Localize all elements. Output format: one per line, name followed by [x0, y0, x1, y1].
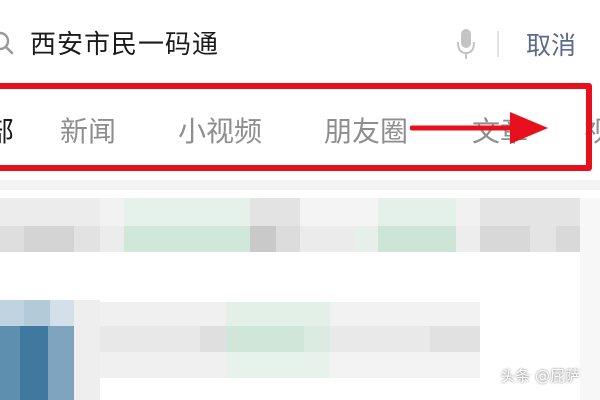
blur-block	[330, 326, 430, 352]
blur-block	[24, 226, 74, 252]
divider	[497, 31, 499, 57]
blur-block	[20, 326, 48, 400]
blur-block	[580, 198, 600, 400]
tab-news[interactable]: 新闻	[60, 110, 116, 150]
mic-icon[interactable]	[456, 28, 476, 60]
blur-block	[430, 326, 480, 352]
blur-block	[74, 300, 100, 400]
blur-block	[100, 198, 124, 226]
blur-block	[226, 352, 330, 378]
tab-video[interactable]: 视	[584, 110, 600, 150]
tab-moments[interactable]: 朋友圈	[324, 110, 408, 150]
cancel-button[interactable]: 取消	[526, 26, 576, 62]
blur-block	[0, 326, 20, 400]
blur-block	[124, 226, 250, 252]
blur-block	[304, 326, 330, 352]
blur-block	[124, 198, 250, 226]
blur-block	[100, 352, 226, 378]
blur-block	[456, 226, 480, 252]
blur-block	[24, 300, 50, 326]
blur-block	[300, 226, 354, 252]
blur-block	[378, 198, 456, 226]
blur-block	[556, 226, 580, 252]
blur-block	[100, 226, 124, 252]
blur-block	[200, 326, 226, 352]
blur-block	[530, 226, 556, 252]
blur-block	[226, 302, 330, 326]
blur-block	[276, 226, 300, 252]
blur-block	[330, 302, 480, 326]
blur-block	[378, 226, 456, 252]
blur-block	[480, 226, 530, 252]
blur-block	[100, 326, 200, 352]
blur-block	[226, 326, 304, 352]
blur-block	[0, 226, 24, 252]
blur-block	[50, 300, 74, 326]
blur-block	[480, 198, 580, 226]
blur-block	[330, 352, 480, 378]
blur-block	[74, 226, 100, 252]
blur-block	[300, 198, 378, 226]
blur-block	[48, 326, 74, 400]
blur-block	[250, 198, 300, 226]
tab-articles[interactable]: 文章	[472, 110, 528, 150]
blur-block	[0, 198, 100, 226]
tab-short-video[interactable]: 小视频	[178, 110, 262, 150]
watermark: 头条 @屁萨	[500, 367, 580, 385]
blur-block	[354, 226, 378, 252]
search-icon[interactable]	[0, 30, 14, 56]
blur-block	[250, 226, 276, 252]
blur-block	[100, 302, 226, 326]
tab-bar: 部 新闻 小视频 朋友圈 文章 视	[0, 90, 600, 168]
separator	[0, 180, 600, 190]
blur-block	[456, 198, 480, 226]
search-input[interactable]: 西安市民一码通	[30, 24, 219, 61]
search-bar: 西安市民一码通 取消	[0, 0, 600, 88]
tab-all[interactable]: 部	[0, 110, 14, 150]
blur-block	[0, 300, 24, 326]
